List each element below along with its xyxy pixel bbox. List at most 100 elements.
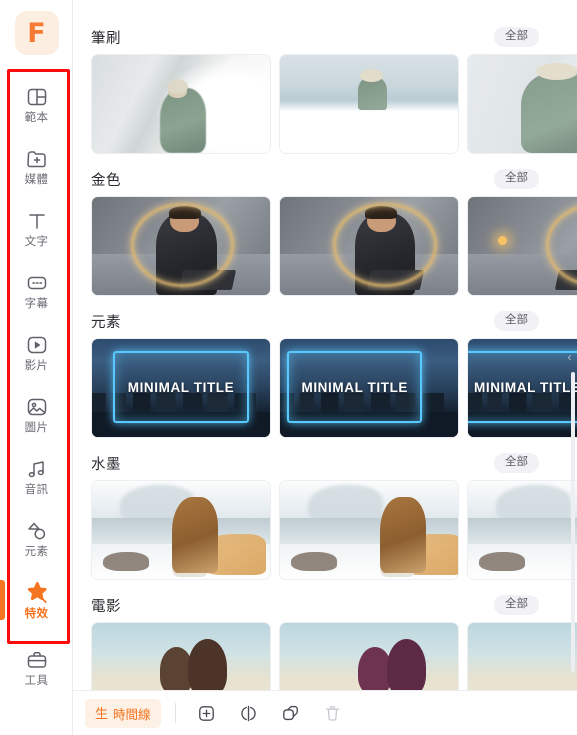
sidebar-item-8[interactable]: 元素 — [0, 507, 73, 569]
section-view-all-button[interactable]: 全部 — [494, 453, 539, 473]
app-logo[interactable]: F — [0, 0, 73, 66]
effect-card-row — [91, 196, 577, 296]
effect-thumbnail — [92, 55, 270, 153]
split-clip-button[interactable] — [232, 697, 266, 729]
timeline-label: 時間線 — [113, 707, 151, 722]
sidebar-item-5[interactable]: 影片 — [0, 321, 73, 383]
effect-card-row — [91, 480, 577, 580]
clip-tool-group — [190, 697, 350, 729]
add-clip-button[interactable] — [190, 697, 224, 729]
timeline-button[interactable]: 生 時間線 — [85, 698, 161, 728]
effect-card[interactable] — [91, 622, 271, 690]
section-header: 金色 全部 — [91, 162, 577, 196]
subtitle-icon — [24, 270, 50, 296]
sidebar-item-1[interactable]: 範本 — [0, 73, 73, 135]
sidebar-item-2[interactable]: 媒體 — [0, 135, 73, 197]
toolbox-icon — [24, 647, 50, 673]
effect-thumbnail — [280, 197, 458, 295]
effect-card[interactable] — [91, 196, 271, 296]
effect-thumbnail — [468, 197, 577, 295]
duplicate-clip-button[interactable] — [274, 697, 308, 729]
effect-card[interactable] — [279, 54, 459, 154]
media-folder-add-icon — [24, 146, 50, 172]
effect-thumbnail — [280, 623, 458, 690]
add-icon — [197, 704, 216, 723]
sidebar-item-label: 字幕 — [24, 297, 49, 310]
sidebar-item-label: 圖片 — [24, 421, 49, 434]
vertical-scrollbar[interactable] — [571, 372, 575, 672]
duplicate-icon — [281, 704, 300, 723]
section-title: 金色 — [91, 172, 121, 189]
text-t-icon — [24, 208, 50, 234]
section-header: 筆刷 全部 — [91, 20, 577, 54]
effect-section: 電影 全部 — [91, 588, 577, 690]
effect-card[interactable] — [91, 480, 271, 580]
toolbar-divider — [174, 703, 176, 723]
left-sidebar: F 範本媒體文字字幕影片圖片音訊元素特效工具 — [0, 0, 73, 735]
effect-card[interactable] — [279, 480, 459, 580]
sidebar-item-label: 元素 — [24, 545, 49, 558]
delete-clip-button — [316, 697, 350, 729]
bottom-toolbar: 生 時間線 — [73, 690, 577, 735]
effect-card[interactable] — [279, 622, 459, 690]
effect-card-row — [91, 54, 577, 154]
sidebar-item-7[interactable]: 音訊 — [0, 445, 73, 507]
effect-thumbnail — [468, 623, 577, 690]
section-header: 水墨 全部 — [91, 446, 577, 480]
sidebar-nav: 範本媒體文字字幕影片圖片音訊元素特效工具 — [0, 66, 72, 698]
section-header: 電影 全部 — [91, 588, 577, 622]
sidebar-item-9[interactable]: 特效 — [0, 569, 73, 631]
section-title: 元素 — [91, 314, 121, 331]
sidebar-item-4[interactable]: 字幕 — [0, 259, 73, 321]
sidebar-item-label: 特效 — [24, 607, 49, 620]
image-icon — [24, 394, 50, 420]
effect-thumbnail — [280, 55, 458, 153]
section-title: 筆刷 — [91, 30, 121, 47]
sidebar-item-3[interactable]: 文字 — [0, 197, 73, 259]
effect-card[interactable] — [279, 196, 459, 296]
app-window: F 範本 媒體 文字 字幕 影片 圖片 音訊 元素 特效 工具 筆刷 全部 金色 全部 元素 全部 MINIM… — [0, 0, 577, 735]
effect-thumbnail — [280, 481, 458, 579]
effect-card[interactable] — [467, 480, 577, 580]
sidebar-item-label: 文字 — [24, 235, 49, 248]
card-caption: MINIMAL TITLE — [301, 380, 409, 396]
effect-card[interactable] — [467, 622, 577, 690]
effect-section: 水墨 全部 — [91, 446, 577, 580]
video-play-icon — [24, 332, 50, 358]
trash-icon — [323, 704, 342, 723]
section-view-all-button[interactable]: 全部 — [494, 595, 539, 615]
effect-thumbnail — [92, 197, 270, 295]
section-view-all-button[interactable]: 全部 — [494, 311, 539, 331]
effect-card[interactable] — [91, 54, 271, 154]
effect-card[interactable] — [467, 196, 577, 296]
music-note-icon — [24, 456, 50, 482]
effect-thumbnail: MINIMAL TITLE — [280, 339, 458, 437]
sidebar-item-label: 媒體 — [24, 173, 49, 186]
active-indicator — [0, 580, 5, 620]
effect-thumbnail — [92, 481, 270, 579]
chevron-left-icon[interactable]: ‹ — [563, 340, 576, 374]
split-icon — [239, 704, 258, 723]
effect-thumbnail — [468, 55, 577, 153]
shapes-icon — [24, 518, 50, 544]
section-view-all-button[interactable]: 全部 — [494, 169, 539, 189]
effect-card[interactable] — [467, 54, 577, 154]
effect-thumbnail — [92, 623, 270, 690]
effect-card-row: MINIMAL TITLE MINIMAL TITLE MINIMAL TITLE — [91, 338, 577, 438]
effect-card[interactable]: MINIMAL TITLE — [91, 338, 271, 438]
sidebar-item-tools[interactable]: 工具 — [0, 636, 73, 698]
section-title: 電影 — [91, 598, 121, 615]
star-effect-icon — [24, 580, 50, 606]
effect-section: 金色 全部 — [91, 162, 577, 296]
effect-card[interactable]: MINIMAL TITLE — [467, 338, 577, 438]
template-icon — [24, 84, 50, 110]
logo-mark: F — [14, 11, 59, 55]
section-view-all-button[interactable]: 全部 — [494, 27, 539, 47]
section-header: 元素 全部 — [91, 304, 577, 338]
sidebar-item-6[interactable]: 圖片 — [0, 383, 73, 445]
effects-scroll-area[interactable]: 筆刷 全部 金色 全部 元素 全部 MINIMAL TITLE MINIMAL TITLE MI… — [73, 0, 577, 690]
timeline-icon: 生 — [95, 705, 109, 721]
effect-section: 元素 全部 MINIMAL TITLE MINIMAL TITLE MINIMAL TI… — [91, 304, 577, 438]
effect-section: 筆刷 全部 — [91, 20, 577, 154]
effect-card[interactable]: MINIMAL TITLE — [279, 338, 459, 438]
